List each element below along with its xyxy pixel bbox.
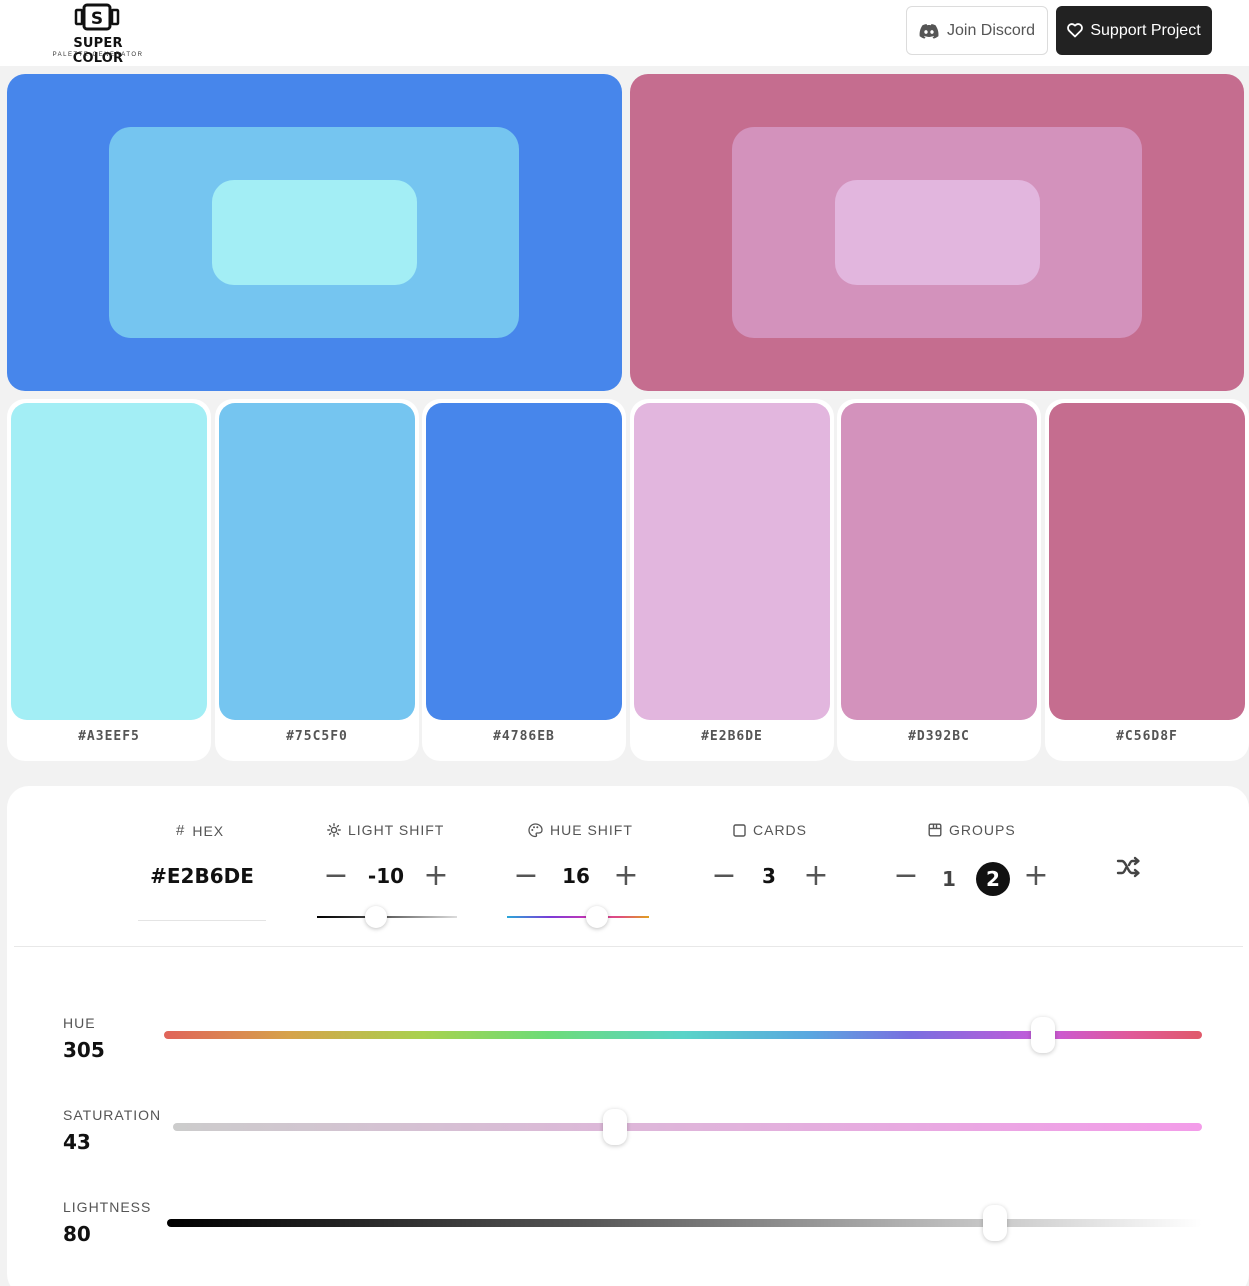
hash-icon: # xyxy=(176,822,186,839)
swatch-card[interactable]: #75C5F0 xyxy=(215,399,419,761)
sun-icon xyxy=(327,823,341,837)
group-preview[interactable] xyxy=(630,74,1244,391)
square-icon xyxy=(733,823,746,837)
hue-label: HUE xyxy=(63,1015,96,1031)
swatch-card[interactable]: #D392BC xyxy=(837,399,1041,761)
support-project-label: Support Project xyxy=(1090,21,1201,39)
groups-option-1[interactable]: 1 xyxy=(932,862,966,896)
hue-slider-thumb[interactable] xyxy=(1031,1017,1056,1053)
groups-decrement-button[interactable]: − xyxy=(892,861,920,891)
hue-shift-label: HUE SHIFT xyxy=(528,822,633,838)
hue-shift-thumb[interactable] xyxy=(586,906,608,928)
box-icon xyxy=(928,823,942,837)
lightness-value: 80 xyxy=(63,1222,91,1246)
group-preview-mid xyxy=(109,127,519,338)
hue-shift-decrement-button[interactable]: − xyxy=(512,861,540,891)
cards-decrement-button[interactable]: − xyxy=(710,861,738,891)
groups-option-2[interactable]: 2 xyxy=(976,862,1010,896)
hue-shift-value: 16 xyxy=(562,864,590,888)
cards-label: CARDS xyxy=(733,822,807,838)
group-preview-mid xyxy=(732,127,1142,338)
swatch-hex[interactable]: #A3EEF5 xyxy=(7,729,211,744)
swatch-color[interactable] xyxy=(1049,403,1245,720)
join-discord-label: Join Discord xyxy=(946,21,1036,39)
hue-shift-track[interactable] xyxy=(507,916,649,918)
shuffle-icon[interactable] xyxy=(1116,856,1142,878)
swatch-hex[interactable]: #D392BC xyxy=(837,729,1041,744)
panel-divider xyxy=(14,946,1243,947)
saturation-slider-thumb[interactable] xyxy=(603,1109,628,1145)
swatch-hex[interactable]: #75C5F0 xyxy=(215,729,419,744)
header: S SUPER COLOR PALETTE GENERATOR Join Dis… xyxy=(0,0,1249,66)
logo[interactable]: S SUPER COLOR PALETTE GENERATOR xyxy=(46,2,150,66)
hex-label: # HEX xyxy=(176,822,225,839)
saturation-label: SATURATION xyxy=(63,1107,162,1123)
saturation-slider-track[interactable] xyxy=(173,1123,1202,1131)
lightness-label: LIGHTNESS xyxy=(63,1199,152,1215)
logo-letter: S xyxy=(91,9,103,29)
swatch-hex[interactable]: #C56D8F xyxy=(1045,729,1249,744)
swatch-hex[interactable]: #E2B6DE xyxy=(630,729,834,744)
swatch-color[interactable] xyxy=(219,403,415,720)
groups-label: GROUPS xyxy=(928,822,1016,838)
light-shift-track[interactable] xyxy=(317,916,457,918)
swatch-color[interactable] xyxy=(841,403,1037,720)
swatch-color[interactable] xyxy=(11,403,207,720)
join-discord-button[interactable]: Join Discord xyxy=(906,6,1048,55)
groups-increment-button[interactable]: + xyxy=(1022,861,1050,891)
logo-title: SUPER COLOR xyxy=(72,36,124,66)
group-preview-inner xyxy=(212,180,417,285)
light-shift-increment-button[interactable]: + xyxy=(422,861,450,891)
hex-input[interactable]: #E2B6DE xyxy=(138,864,266,888)
swatch-hex[interactable]: #4786EB xyxy=(422,729,626,744)
light-shift-thumb[interactable] xyxy=(365,906,387,928)
light-shift-decrement-button[interactable]: − xyxy=(322,861,350,891)
swatch-color[interactable] xyxy=(426,403,622,720)
group-preview-inner xyxy=(835,180,1040,285)
saturation-value: 43 xyxy=(63,1130,91,1154)
hex-input-underline xyxy=(138,920,266,921)
lightness-slider-track[interactable] xyxy=(167,1219,1202,1227)
swatch-card[interactable]: #C56D8F xyxy=(1045,399,1249,761)
group-preview[interactable] xyxy=(7,74,622,391)
hue-shift-increment-button[interactable]: + xyxy=(612,861,640,891)
palette-icon xyxy=(528,822,543,837)
swatch-card[interactable]: #A3EEF5 xyxy=(7,399,211,761)
light-shift-value: -10 xyxy=(367,864,405,888)
support-project-button[interactable]: Support Project xyxy=(1056,6,1212,55)
cards-value: 3 xyxy=(762,864,776,888)
heart-icon xyxy=(1067,23,1084,38)
swatch-color[interactable] xyxy=(634,403,830,720)
cards-increment-button[interactable]: + xyxy=(802,861,830,891)
light-shift-label: LIGHT SHIFT xyxy=(327,822,444,838)
lightness-slider-thumb[interactable] xyxy=(983,1205,1007,1241)
logo-subtitle: PALETTE GENERATOR xyxy=(52,52,144,58)
logo-icon: S xyxy=(74,3,120,31)
swatch-card[interactable]: #4786EB xyxy=(422,399,626,761)
discord-icon xyxy=(919,23,939,39)
hue-value: 305 xyxy=(63,1038,105,1062)
swatch-card[interactable]: #E2B6DE xyxy=(630,399,834,761)
